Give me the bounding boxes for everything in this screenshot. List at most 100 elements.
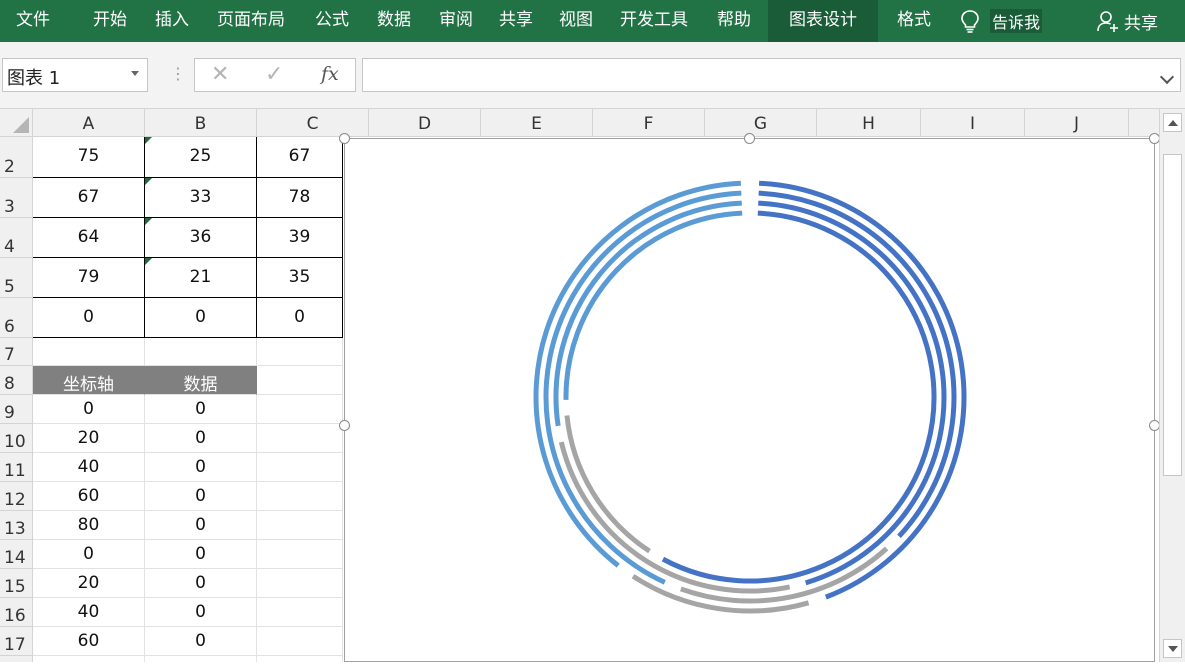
tab-insert[interactable]: 插入 <box>155 0 189 42</box>
column-header-c[interactable]: C <box>257 109 369 137</box>
row-header-9[interactable]: 9 <box>0 395 33 424</box>
tab-developer[interactable]: 开发工具 <box>620 0 688 42</box>
drag-handle-icon[interactable]: ⋮ <box>170 64 186 83</box>
row-header-2[interactable]: 2 <box>0 137 33 178</box>
cell-c9[interactable] <box>257 395 343 424</box>
cell-a8-header[interactable]: 坐标轴 <box>33 366 145 395</box>
row-header-7[interactable]: 7 <box>0 338 33 366</box>
cell-a9[interactable]: 0 <box>33 395 145 424</box>
row-header-10[interactable]: 10 <box>0 424 33 453</box>
cell-b18[interactable] <box>145 656 257 662</box>
cell-c18[interactable] <box>257 656 343 662</box>
cell-a4[interactable]: 64 <box>33 218 145 258</box>
row-header-8[interactable]: 8 <box>0 366 33 395</box>
cell-c2[interactable]: 67 <box>257 137 343 178</box>
row-header-13[interactable]: 13 <box>0 511 33 540</box>
cell-c12[interactable] <box>257 482 343 511</box>
cell-c17[interactable] <box>257 627 343 656</box>
check-icon[interactable]: ✓ <box>265 62 283 87</box>
tab-chart-design[interactable]: 图表设计 <box>768 0 878 42</box>
column-header-e[interactable]: E <box>481 109 593 137</box>
cell-c8[interactable] <box>257 366 343 395</box>
row-header-5[interactable]: 5 <box>0 258 33 298</box>
column-header-b[interactable]: B <box>145 109 257 137</box>
cell-a16[interactable]: 40 <box>33 598 145 627</box>
cell-b6[interactable]: 0 <box>145 298 257 338</box>
tab-data[interactable]: 数据 <box>377 0 411 42</box>
cell-c5[interactable]: 35 <box>257 258 343 298</box>
close-icon[interactable]: ✕ <box>211 62 229 87</box>
row-header-14[interactable]: 14 <box>0 540 33 569</box>
cell-a5[interactable]: 79 <box>33 258 145 298</box>
cell-b10[interactable]: 0 <box>145 424 257 453</box>
cell-c6[interactable]: 0 <box>257 298 343 338</box>
column-header-j[interactable]: J <box>1025 109 1129 137</box>
cell-a15[interactable]: 20 <box>33 569 145 598</box>
cell-a13[interactable]: 80 <box>33 511 145 540</box>
cell-b15[interactable]: 0 <box>145 569 257 598</box>
tell-me[interactable]: 告诉我 <box>960 0 1043 42</box>
share-button[interactable]: 共享 <box>1096 0 1158 42</box>
formula-input[interactable] <box>362 58 1181 92</box>
cell-c14[interactable] <box>257 540 343 569</box>
cell-b17[interactable]: 0 <box>145 627 257 656</box>
cell-a10[interactable]: 20 <box>33 424 145 453</box>
cell-b3[interactable]: 33 <box>145 178 257 218</box>
tab-review[interactable]: 审阅 <box>439 0 473 42</box>
row-header-12[interactable]: 12 <box>0 482 33 511</box>
tab-home[interactable]: 开始 <box>93 0 127 42</box>
tab-page-layout[interactable]: 页面布局 <box>217 0 285 42</box>
column-header-f[interactable]: F <box>593 109 705 137</box>
cell-b16[interactable]: 0 <box>145 598 257 627</box>
cell-b4[interactable]: 36 <box>145 218 257 258</box>
row-header-15[interactable]: 15 <box>0 569 33 598</box>
cell-c13[interactable] <box>257 511 343 540</box>
select-all-button[interactable] <box>0 109 33 137</box>
tab-formulas[interactable]: 公式 <box>315 0 349 42</box>
vertical-scrollbar[interactable] <box>1159 109 1185 662</box>
tab-file[interactable]: 文件 <box>16 0 50 42</box>
row-header-3[interactable]: 3 <box>0 178 33 218</box>
resize-handle-top-left[interactable] <box>339 133 350 144</box>
cell-c3[interactable]: 78 <box>257 178 343 218</box>
cell-b11[interactable]: 0 <box>145 453 257 482</box>
tab-format[interactable]: 格式 <box>897 0 931 42</box>
column-header-g[interactable]: G <box>705 109 817 137</box>
column-header-d[interactable]: D <box>369 109 481 137</box>
ring-3-segment-2[interactable] <box>558 441 791 594</box>
cell-c16[interactable] <box>257 598 343 627</box>
tab-view[interactable]: 视图 <box>559 0 593 42</box>
row-header-11[interactable]: 11 <box>0 453 33 482</box>
row-header-18[interactable] <box>0 656 33 662</box>
scroll-down-button[interactable] <box>1163 639 1182 658</box>
cell-b8-header[interactable]: 数据 <box>145 366 257 395</box>
row-header-4[interactable]: 4 <box>0 218 33 258</box>
resize-handle-left[interactable] <box>339 420 350 431</box>
cell-b13[interactable]: 0 <box>145 511 257 540</box>
cell-a2[interactable]: 75 <box>33 137 145 178</box>
cell-a6[interactable]: 0 <box>33 298 145 338</box>
row-header-6[interactable]: 6 <box>0 298 33 338</box>
name-box[interactable]: 图表 1 <box>2 58 148 92</box>
column-header-a[interactable]: A <box>33 109 145 137</box>
cell-c7[interactable] <box>257 338 343 366</box>
chevron-down-icon[interactable] <box>131 71 139 76</box>
cell-c15[interactable] <box>257 569 343 598</box>
cell-b12[interactable]: 0 <box>145 482 257 511</box>
chart-area[interactable] <box>344 138 1155 662</box>
cell-b14[interactable]: 0 <box>145 540 257 569</box>
tab-help[interactable]: 帮助 <box>717 0 751 42</box>
scroll-thumb[interactable] <box>1163 154 1182 476</box>
tab-share[interactable]: 共享 <box>499 0 533 42</box>
cell-a18[interactable] <box>33 656 145 662</box>
cell-a7[interactable] <box>33 338 145 366</box>
resize-handle-top[interactable] <box>744 133 755 144</box>
cell-a11[interactable]: 40 <box>33 453 145 482</box>
row-header-16[interactable]: 16 <box>0 598 33 627</box>
cell-a17[interactable]: 60 <box>33 627 145 656</box>
column-header-i[interactable]: I <box>921 109 1025 137</box>
cell-b5[interactable]: 21 <box>145 258 257 298</box>
cell-c4[interactable]: 39 <box>257 218 343 258</box>
cell-a12[interactable]: 60 <box>33 482 145 511</box>
cell-b7[interactable] <box>145 338 257 366</box>
